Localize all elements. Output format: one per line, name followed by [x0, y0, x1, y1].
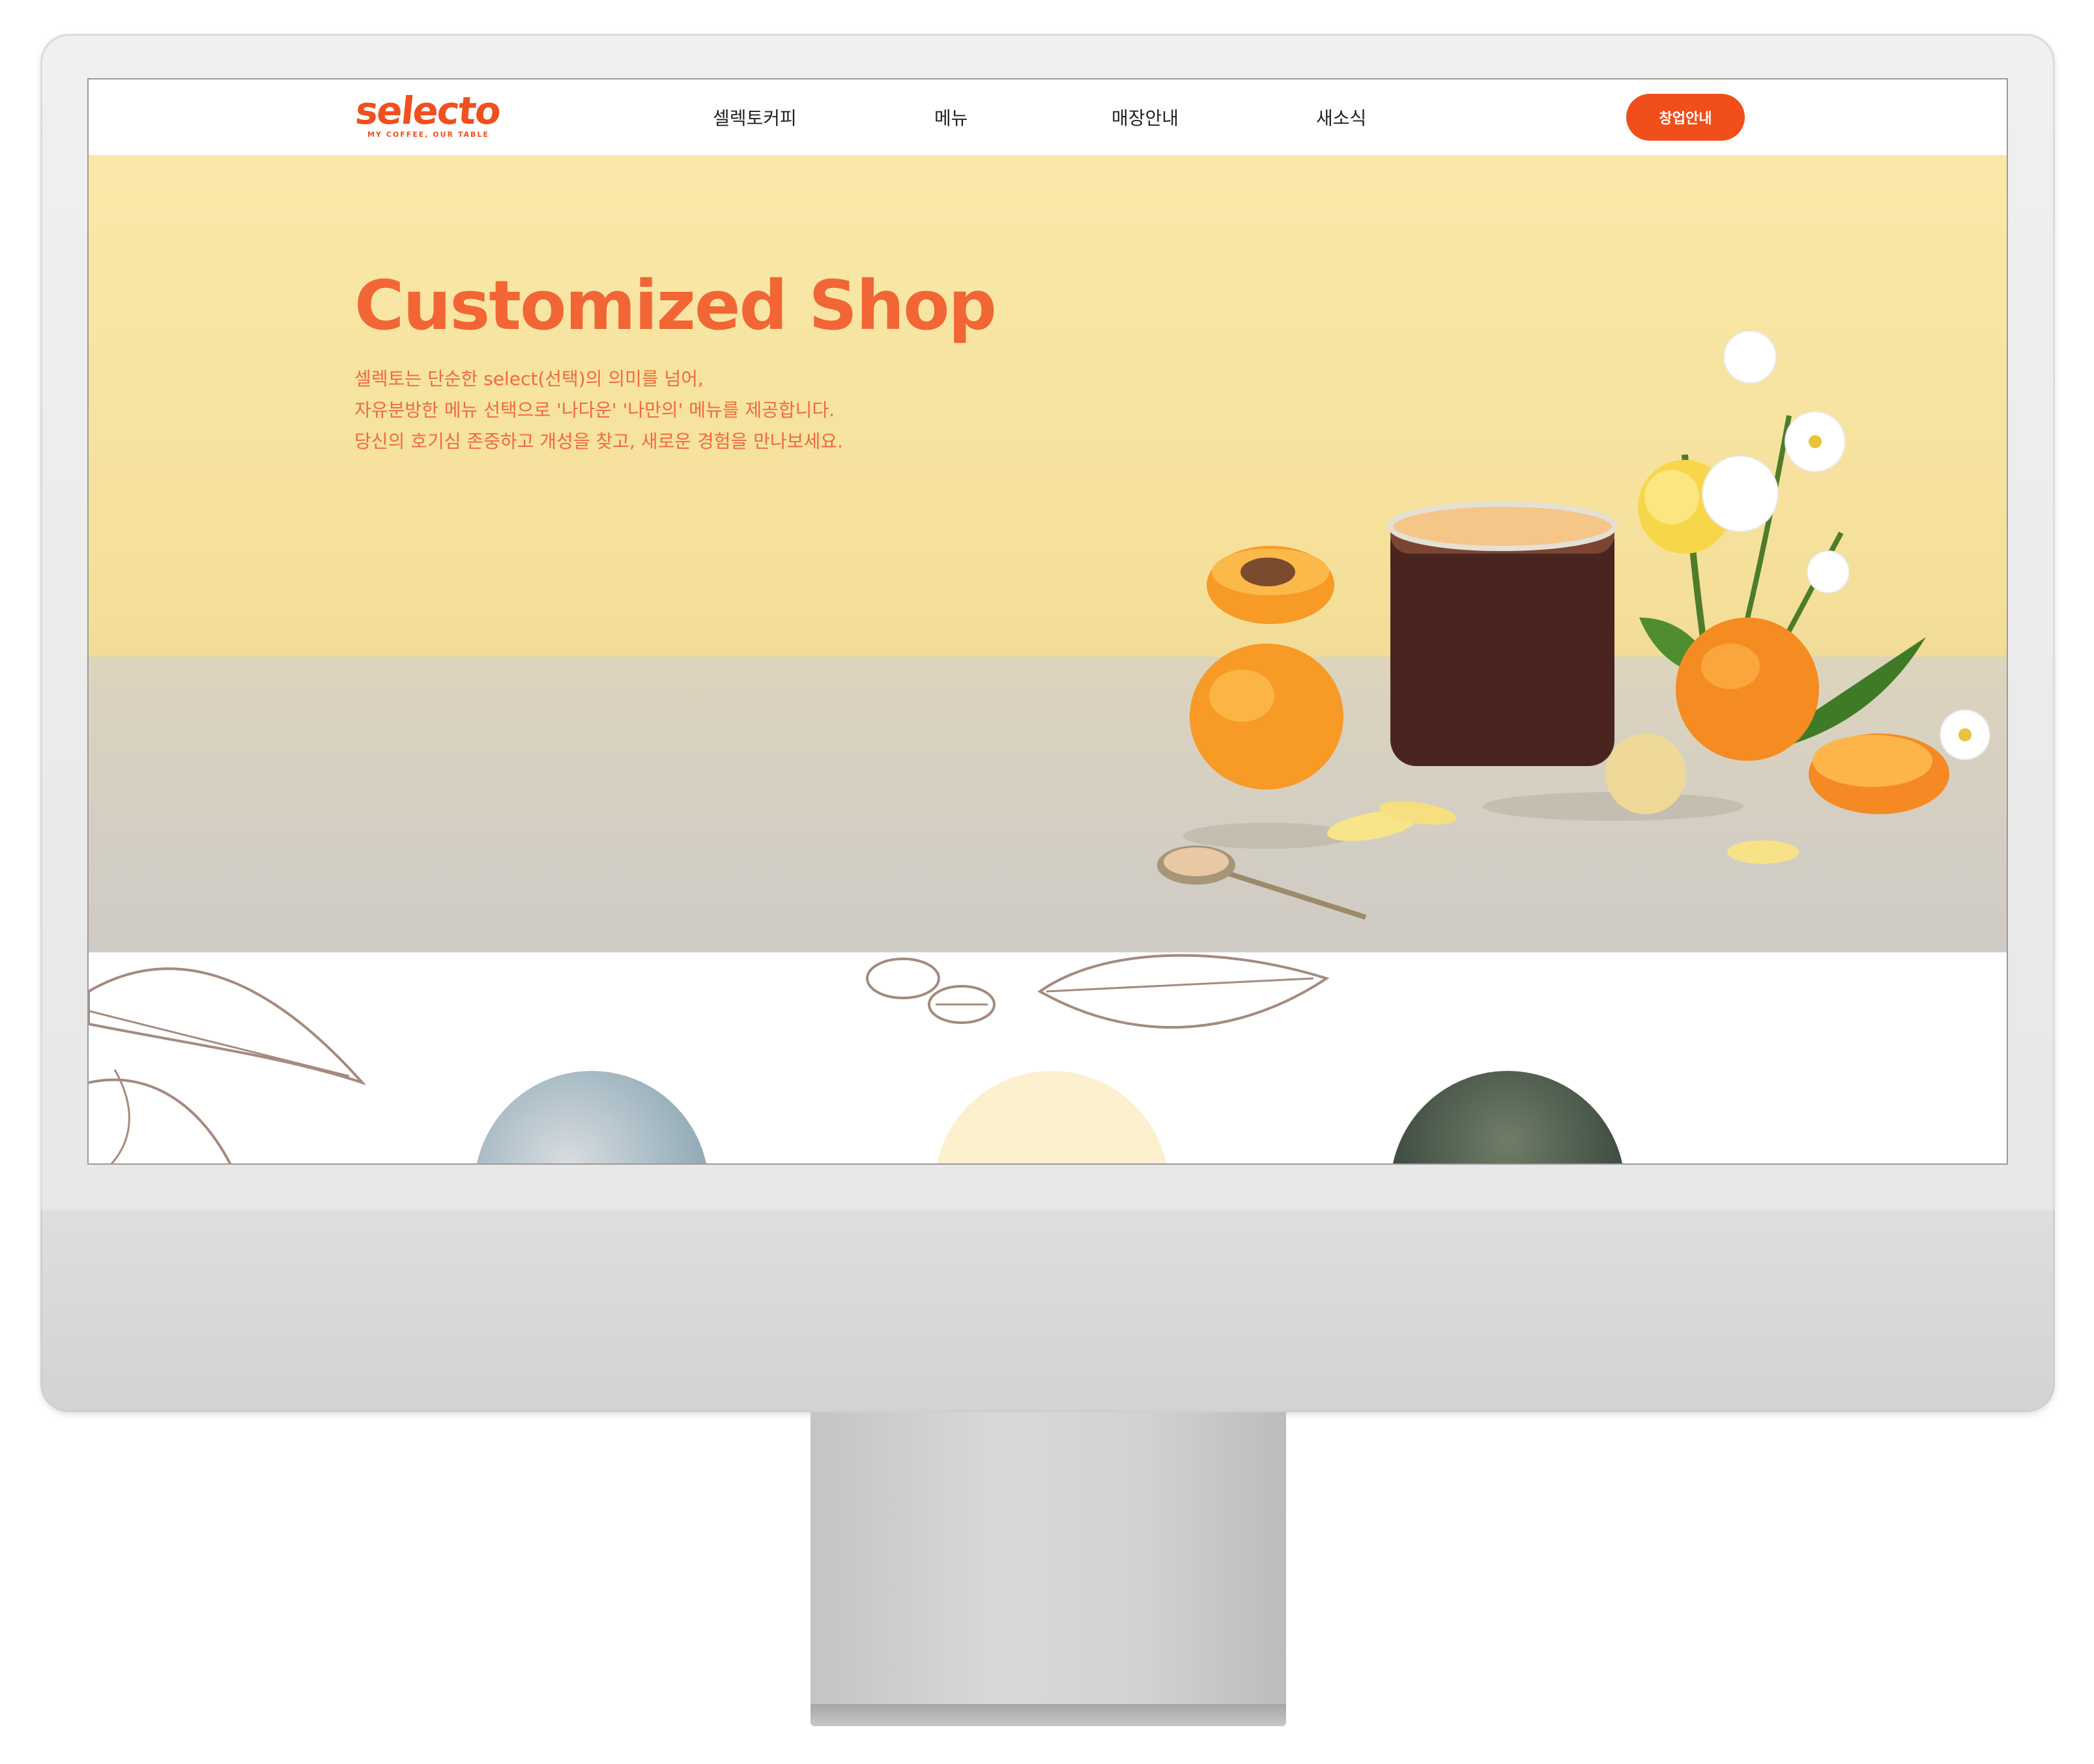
feature-section: [89, 952, 2007, 1163]
nav-item-selecto-coffee[interactable]: 셀렉토커피: [713, 104, 797, 130]
monitor-stand-foot: [810, 1704, 1286, 1726]
feature-image-2[interactable]: [934, 1071, 1169, 1163]
coffee-bean-sketch-icon: [866, 954, 1330, 1029]
coffee-leaf-sketch-icon: [89, 967, 367, 1163]
hero-banner: Customized Shop 셀렉토는 단순한 select(선택)의 의미를…: [89, 155, 2007, 952]
monitor-chin: [40, 1210, 2055, 1412]
nav-item-store-info[interactable]: 매장안내: [1112, 104, 1179, 130]
hero-description-line: 당신의 호기심 존중하고 개성을 찾고, 새로운 경험을 만나보세요.: [354, 431, 843, 452]
nav-item-menu[interactable]: 메뉴: [934, 104, 968, 130]
hero-description: 셀렉토는 단순한 select(선택)의 의미를 넘어, 자유분방한 메뉴 선택…: [354, 363, 1006, 457]
website-screen: selecto MY COFFEE, OUR TABLE 셀렉토커피 메뉴 매장…: [87, 78, 2008, 1165]
feature-image-1[interactable]: [474, 1071, 709, 1163]
monitor-stand: [810, 1412, 1286, 1704]
nav-item-news[interactable]: 새소식: [1316, 104, 1366, 130]
hero-title: Customized Shop: [354, 266, 997, 345]
top-navigation: selecto MY COFFEE, OUR TABLE 셀렉토커피 메뉴 매장…: [89, 79, 2007, 155]
feature-image-3[interactable]: [1390, 1071, 1625, 1163]
logo-wordmark: selecto: [353, 89, 502, 133]
franchise-button[interactable]: 창업안내: [1626, 94, 1745, 141]
hero-description-line: 셀렉토는 단순한 select(선택)의 의미를 넘어,: [354, 368, 704, 390]
hero-description-line: 자유분방한 메뉴 선택으로 '나다운' '나만의' 메뉴를 제공합니다.: [354, 399, 835, 421]
hero-product-image: [1157, 330, 1990, 920]
brand-logo[interactable]: selecto MY COFFEE, OUR TABLE: [353, 87, 502, 139]
